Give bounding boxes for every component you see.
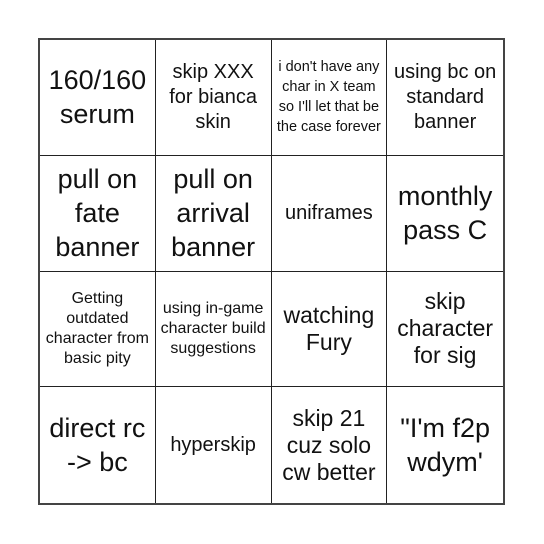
cell-text: "I'm f2p wdym' <box>400 413 491 478</box>
cell-text: pull on fate banner <box>55 164 140 263</box>
bingo-cell[interactable]: using in-game character build suggestion… <box>155 271 272 388</box>
cell-text: using bc on standard banner <box>393 60 497 133</box>
cell-text: skip character for sig <box>397 288 494 369</box>
cell-text: i don't have any char in X team so I'll … <box>276 59 381 136</box>
bingo-cell[interactable]: monthly pass C <box>387 156 503 272</box>
cell-text: monthly pass C <box>397 181 493 246</box>
bingo-cell[interactable]: pull on arrival banner <box>155 155 272 272</box>
cell-text: Getting outdated character from basic pi… <box>45 289 149 367</box>
bingo-cell[interactable]: hyperskip <box>156 387 272 503</box>
bingo-cell[interactable]: skip XXX for bianca skin <box>155 40 272 156</box>
cell-text: 160/160 serum <box>48 65 147 130</box>
cell-text: uniframes <box>284 201 373 224</box>
bingo-cell[interactable]: pull on fate banner <box>40 155 156 272</box>
bingo-cell[interactable]: 160/160 serum <box>40 40 156 156</box>
bingo-cell[interactable]: "I'm f2p wdym' <box>387 387 503 503</box>
bingo-cell[interactable]: watching Fury <box>271 271 388 388</box>
bingo-cell[interactable]: skip character for sig <box>387 272 503 388</box>
cell-text: direct rc -> bc <box>49 413 146 478</box>
bingo-board: 160/160 serum skip XXX for bianca skin i… <box>38 38 505 505</box>
bingo-cell[interactable]: Getting outdated character from basic pi… <box>40 271 156 388</box>
bingo-cell[interactable]: i don't have any char in X team so I'll … <box>271 40 388 156</box>
bingo-cell[interactable]: uniframes <box>271 155 388 272</box>
cell-text: watching Fury <box>283 301 375 355</box>
bingo-cell[interactable]: direct rc -> bc <box>40 387 156 503</box>
cell-text: hyperskip <box>170 433 256 456</box>
bingo-cell[interactable]: using bc on standard banner <box>387 40 503 156</box>
cell-text: skip XXX for bianca skin <box>169 60 258 133</box>
cell-text: pull on arrival banner <box>171 164 256 263</box>
cell-text: using in-game character build suggestion… <box>160 299 266 357</box>
cell-text: skip 21 cuz solo cw better <box>282 404 376 485</box>
bingo-cell[interactable]: skip 21 cuz solo cw better <box>272 387 388 503</box>
